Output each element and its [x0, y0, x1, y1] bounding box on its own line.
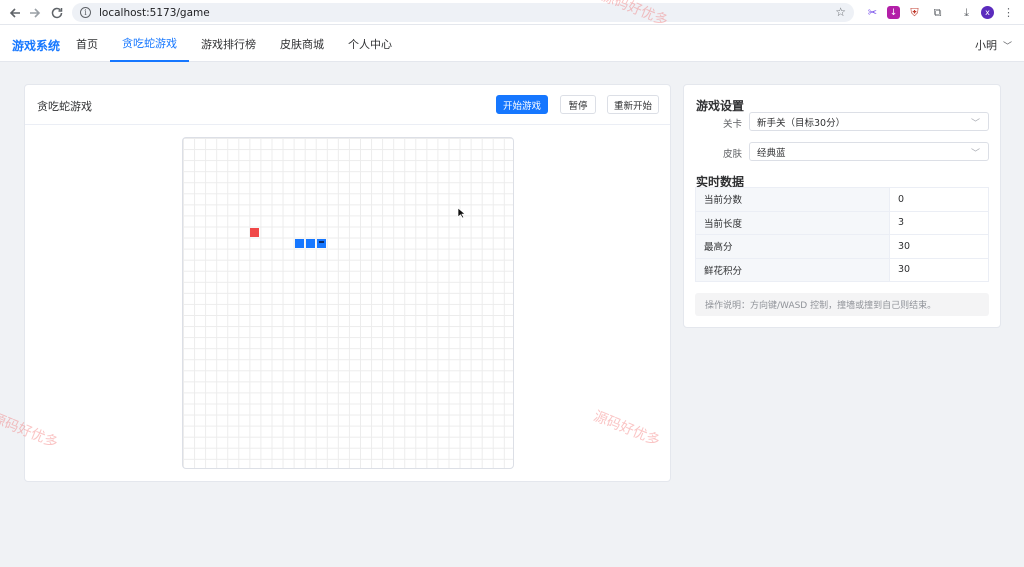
brand-logo[interactable]: 游戏系统 [12, 37, 60, 54]
back-icon[interactable] [6, 4, 24, 22]
nav-item-home[interactable]: 首页 [64, 25, 110, 62]
chevron-down-icon: ﹀ [970, 119, 980, 129]
app-nav: 游戏系统 首页 贪吃蛇游戏 游戏排行榜 皮肤商城 个人中心 小明 ﹀ [0, 25, 1024, 62]
site-info-icon[interactable]: i [80, 7, 91, 18]
pause-button[interactable]: 暂停 [560, 95, 596, 114]
settings-title: 游戏设置 [696, 99, 745, 113]
game-title: 贪吃蛇游戏 [37, 100, 92, 113]
table-row: 最高分 30 [695, 234, 989, 259]
level-select[interactable]: 新手关（目标30分） ﹀ [749, 112, 989, 131]
bookmark-star-icon[interactable]: ☆ [835, 5, 846, 19]
nav-item-profile[interactable]: 个人中心 [336, 25, 404, 62]
stat-value-length: 3 [889, 210, 989, 235]
game-card: 贪吃蛇游戏 开始游戏 暂停 重新开始 [24, 84, 671, 482]
mouse-cursor-icon [457, 207, 466, 219]
url-text: localhost:5173/game [99, 6, 210, 19]
stat-value-flower-points: 30 [889, 257, 989, 282]
table-row: 当前长度 3 [695, 210, 989, 235]
downloads-icon[interactable]: ⤓ [958, 4, 975, 21]
level-label: 关卡 [722, 119, 742, 130]
forward-icon[interactable] [26, 4, 44, 22]
stat-label-score: 当前分数 [695, 187, 890, 212]
nav-item-snake-game[interactable]: 贪吃蛇游戏 [110, 25, 189, 62]
extensions-puzzle-icon[interactable]: ⧉ [929, 4, 946, 21]
address-bar[interactable]: i localhost:5173/game ☆ [72, 3, 854, 22]
game-card-header: 贪吃蛇游戏 开始游戏 暂停 重新开始 [25, 85, 670, 125]
skin-label: 皮肤 [722, 149, 742, 160]
nav-item-skin-shop[interactable]: 皮肤商城 [268, 25, 336, 62]
snake-body-cell [294, 238, 304, 248]
stat-value-score: 0 [889, 187, 989, 212]
table-row: 鲜花积分 30 [695, 257, 989, 282]
user-menu[interactable]: 小明 ﹀ [975, 37, 1012, 53]
nav-item-leaderboard[interactable]: 游戏排行榜 [189, 25, 268, 62]
level-value: 新手关（目标30分） [757, 117, 846, 129]
snake-body-cell [305, 238, 315, 248]
instructions-tip: 操作说明：方向键/WASD 控制，撞墙或撞到自己则结束。 [695, 293, 989, 316]
settings-card: 游戏设置 关卡 新手关（目标30分） ﹀ 皮肤 经典蓝 ﹀ 实时数据 当前分数 … [683, 84, 1001, 328]
reload-icon[interactable] [48, 4, 66, 22]
browser-menu-icon[interactable]: ⋮ [1000, 4, 1017, 21]
user-name: 小明 [974, 39, 997, 52]
extension-download-icon[interactable]: ↓ [887, 6, 900, 19]
browser-toolbar: i localhost:5173/game ☆ ✂ ↓ ⛨ ⧉ ⤓ x ⋮ [0, 0, 1024, 25]
restart-button[interactable]: 重新开始 [607, 95, 659, 114]
nav-menu: 首页 贪吃蛇游戏 游戏排行榜 皮肤商城 个人中心 [64, 25, 404, 62]
extension-scissors-icon[interactable]: ✂ [864, 4, 881, 21]
stat-value-high-score: 30 [889, 234, 989, 259]
food-cell [250, 227, 260, 237]
stat-label-high-score: 最高分 [695, 234, 890, 259]
skin-value: 经典蓝 [757, 147, 786, 159]
skin-select[interactable]: 经典蓝 ﹀ [749, 142, 989, 161]
stat-label-length: 当前长度 [695, 210, 890, 235]
start-game-button[interactable]: 开始游戏 [496, 95, 548, 114]
extension-shield-icon[interactable]: ⛨ [906, 4, 923, 21]
stat-label-flower-points: 鲜花积分 [695, 257, 890, 282]
stats-table: 当前分数 0 当前长度 3 最高分 30 鲜花积分 30 [695, 187, 989, 282]
game-board[interactable] [182, 137, 514, 469]
chevron-down-icon: ﹀ [1002, 41, 1012, 52]
chevron-down-icon: ﹀ [970, 149, 980, 159]
profile-avatar[interactable]: x [981, 6, 994, 19]
table-row: 当前分数 0 [695, 187, 989, 212]
snake-head-cell [316, 238, 326, 248]
